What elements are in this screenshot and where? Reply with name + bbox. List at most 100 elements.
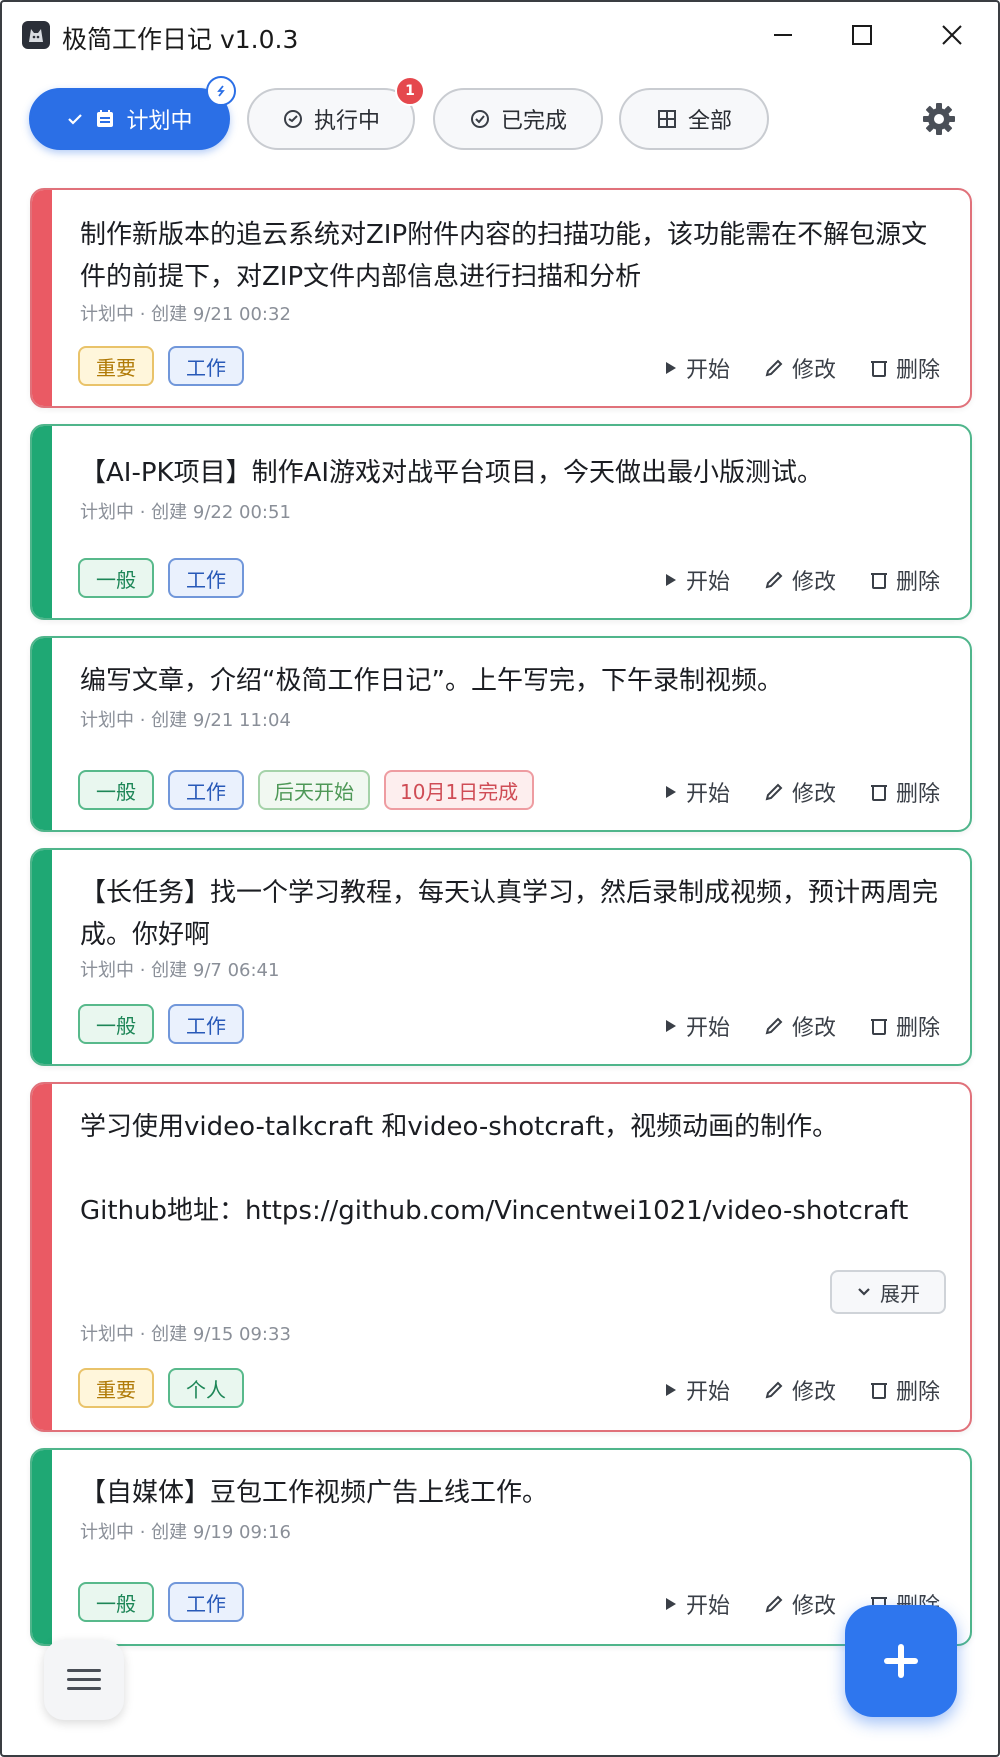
delete-button[interactable]: 删除 <box>870 564 940 596</box>
tag-priority[interactable]: 一般 <box>78 1004 154 1044</box>
app-logo-icon <box>22 21 50 49</box>
start-button[interactable]: 开始 <box>664 1010 730 1042</box>
calendar-icon <box>97 110 114 127</box>
tag-category[interactable]: 工作 <box>168 1004 244 1044</box>
tag-priority[interactable]: 一般 <box>78 1582 154 1622</box>
priority-stripe <box>32 190 52 406</box>
task-actions: 开始 修改 删除 <box>664 1374 940 1406</box>
task-card[interactable]: 学习使用video-talkcraft 和video-shotcraft，视频动… <box>30 1082 972 1432</box>
edit-button[interactable]: 修改 <box>764 1374 836 1406</box>
planned-refresh-badge <box>206 76 236 106</box>
task-card[interactable]: 【自媒体】豆包工作视频广告上线工作。 计划中 · 创建 9/19 09:16 一… <box>30 1448 972 1646</box>
task-content: 【自媒体】豆包工作视频广告上线工作。 <box>80 1478 549 1508</box>
tag-priority[interactable]: 重要 <box>78 346 154 386</box>
play-icon <box>665 1598 676 1610</box>
task-meta: 计划中 · 创建 9/22 00:51 <box>80 502 291 523</box>
task-tags: 一般 工作 <box>78 1582 244 1622</box>
task-tags: 一般 工作 后天开始 10月1日完成 <box>78 770 535 810</box>
edit-button[interactable]: 修改 <box>764 564 836 596</box>
priority-stripe <box>32 1084 52 1430</box>
trash-icon <box>870 1019 887 1035</box>
start-button[interactable]: 开始 <box>664 1588 730 1620</box>
pencil-icon <box>765 359 783 377</box>
task-card[interactable]: 制作新版本的追云系统对ZIP附件内容的扫描功能，该功能需在不解包源文件的前提下，… <box>30 188 972 408</box>
settings-gear-icon[interactable] <box>920 100 958 138</box>
tab-planned[interactable]: 计划中 <box>29 88 230 150</box>
start-button[interactable]: 开始 <box>664 1374 730 1406</box>
task-card[interactable]: 【长任务】找一个学习教程，每天认真学习，然后录制成视频，预计两周完成。你好啊 计… <box>30 848 972 1066</box>
task-meta: 计划中 · 创建 9/15 09:33 <box>80 1324 291 1345</box>
edit-button[interactable]: 修改 <box>764 1588 836 1620</box>
play-icon <box>665 1384 676 1396</box>
close-button[interactable] <box>932 16 972 54</box>
chevron-down-icon <box>858 1288 870 1296</box>
clock-icon <box>283 110 302 128</box>
task-tags: 一般 工作 <box>78 558 244 598</box>
task-actions: 开始 修改 删除 <box>664 352 940 384</box>
pencil-icon <box>765 1595 783 1613</box>
tag-category[interactable]: 工作 <box>168 346 244 386</box>
delete-button[interactable]: 删除 <box>870 352 940 384</box>
tag-category[interactable]: 工作 <box>168 1582 244 1622</box>
start-button[interactable]: 开始 <box>664 352 730 384</box>
task-content: 学习使用video-talkcraft 和video-shotcraft，视频动… <box>80 1112 909 1226</box>
start-button[interactable]: 开始 <box>664 776 730 808</box>
grid-icon <box>657 110 676 128</box>
tag-start-date[interactable]: 后天开始 <box>258 770 370 810</box>
task-meta: 计划中 · 创建 9/19 09:16 <box>80 1522 291 1543</box>
tag-category[interactable]: 个人 <box>168 1368 244 1408</box>
task-content: 编写文章，介绍“极简工作日记”。上午写完，下午录制视频。 <box>80 666 783 696</box>
task-content: 制作新版本的追云系统对ZIP附件内容的扫描功能，该功能需在不解包源文件的前提下，… <box>80 220 928 292</box>
tag-priority[interactable]: 一般 <box>78 770 154 810</box>
tab-all[interactable]: 全部 <box>619 88 769 150</box>
hamburger-icon <box>67 1669 101 1690</box>
tag-priority[interactable]: 一般 <box>78 558 154 598</box>
trash-icon <box>870 785 887 801</box>
tag-category[interactable]: 工作 <box>168 558 244 598</box>
tag-priority[interactable]: 重要 <box>78 1368 154 1408</box>
menu-button[interactable] <box>44 1640 124 1720</box>
priority-stripe <box>32 638 52 830</box>
tab-in-progress-label: 执行中 <box>313 109 380 134</box>
start-button[interactable]: 开始 <box>664 564 730 596</box>
delete-button[interactable]: 删除 <box>870 776 940 808</box>
maximize-button[interactable] <box>842 16 882 54</box>
task-tags: 重要 个人 <box>78 1368 244 1408</box>
task-meta: 计划中 · 创建 9/7 06:41 <box>80 960 280 981</box>
tab-completed-label: 已完成 <box>500 109 567 134</box>
minimize-button[interactable] <box>763 16 803 54</box>
tag-due-date[interactable]: 10月1日完成 <box>384 770 535 810</box>
task-meta: 计划中 · 创建 9/21 00:32 <box>80 304 291 325</box>
tab-planned-label: 计划中 <box>126 109 193 134</box>
trash-icon <box>870 1383 887 1399</box>
task-card[interactable]: 编写文章，介绍“极简工作日记”。上午写完，下午录制视频。 计划中 · 创建 9/… <box>30 636 972 832</box>
task-actions: 开始 修改 删除 <box>664 564 940 596</box>
app-window: 极简工作日记 v1.0.3 计划中 执行中 1 已完成 全部 制作新版本的追云系… <box>0 0 1000 1757</box>
tab-all-label: 全部 <box>687 109 732 134</box>
play-icon <box>665 786 676 798</box>
edit-button[interactable]: 修改 <box>764 776 836 808</box>
expand-button[interactable]: 展开 <box>830 1270 946 1314</box>
tab-in-progress[interactable]: 执行中 <box>247 88 415 150</box>
task-meta: 计划中 · 创建 9/21 11:04 <box>80 710 291 731</box>
add-task-button[interactable] <box>845 1605 957 1717</box>
edit-button[interactable]: 修改 <box>764 1010 836 1042</box>
window-title: 极简工作日记 v1.0.3 <box>62 25 299 54</box>
title-bar: 极简工作日记 v1.0.3 <box>2 2 998 68</box>
pencil-icon <box>765 783 783 801</box>
edit-button[interactable]: 修改 <box>764 352 836 384</box>
task-card[interactable]: 【AI-PK项目】制作AI游戏对战平台项目，今天做出最小版测试。 计划中 · 创… <box>30 424 972 620</box>
priority-stripe <box>32 426 52 618</box>
task-tags: 重要 工作 <box>78 346 244 386</box>
tag-category[interactable]: 工作 <box>168 770 244 810</box>
tab-completed[interactable]: 已完成 <box>433 88 603 150</box>
plus-icon <box>884 1644 918 1678</box>
delete-button[interactable]: 删除 <box>870 1374 940 1406</box>
pencil-icon <box>765 1381 783 1399</box>
play-icon <box>665 574 676 586</box>
trash-icon <box>870 573 887 589</box>
refresh-icon <box>217 85 225 97</box>
delete-button[interactable]: 删除 <box>870 1010 940 1042</box>
check-icon <box>68 114 83 125</box>
task-content: 【长任务】找一个学习教程，每天认真学习，然后录制成视频，预计两周完成。你好啊 <box>80 878 939 950</box>
